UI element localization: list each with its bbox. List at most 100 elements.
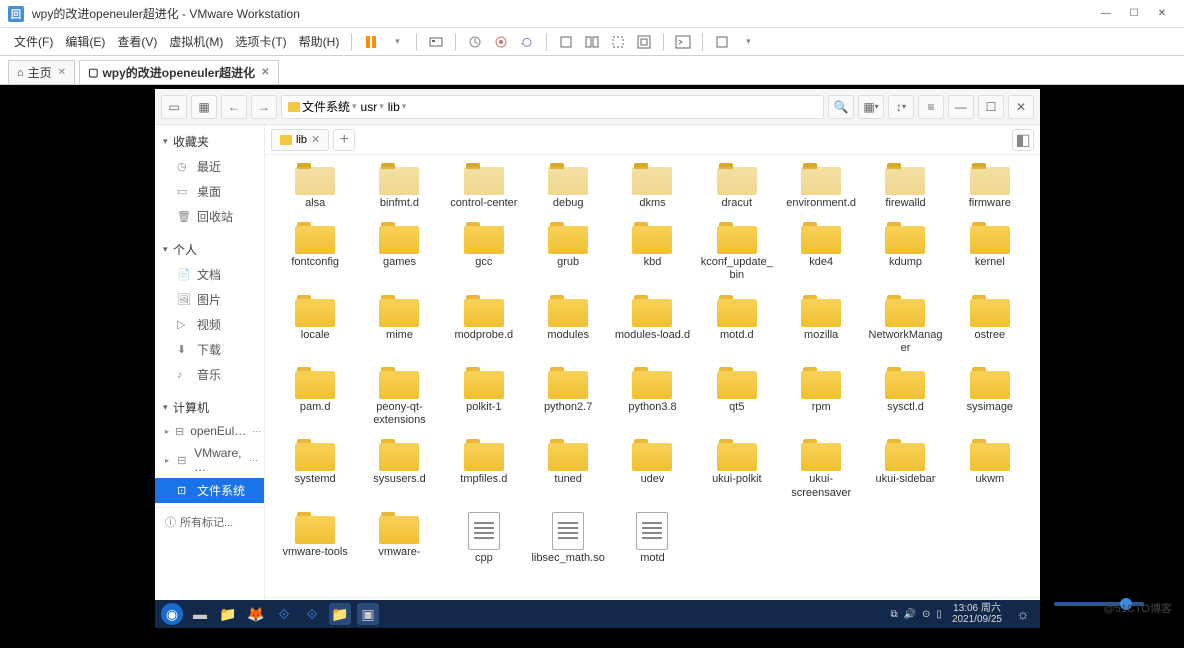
- folder-item-binfmt.d[interactable]: binfmt.d: [359, 161, 439, 212]
- folder-item-kdump[interactable]: kdump: [865, 220, 945, 284]
- sidebar-item-下载[interactable]: ⬇下载: [155, 337, 264, 362]
- folder-item-vmware-[interactable]: vmware-: [359, 510, 439, 567]
- fm-close-button[interactable]: ✕: [1008, 95, 1034, 119]
- view-multi-icon[interactable]: [583, 33, 601, 51]
- tab-home[interactable]: ⌂ 主页 ✕: [8, 60, 75, 84]
- nav-back-button[interactable]: ←: [221, 95, 247, 119]
- unity-icon[interactable]: [609, 33, 627, 51]
- folder-item-gcc[interactable]: gcc: [444, 220, 524, 284]
- sidebar-footer[interactable]: ⓘ所有标记...: [155, 507, 264, 536]
- taskview-button[interactable]: ▬: [189, 603, 211, 625]
- sidebar-item-回收站[interactable]: 🗑回收站: [155, 204, 264, 229]
- folder-item-python3.8[interactable]: python3.8: [612, 365, 692, 429]
- folder-item-polkit-1[interactable]: polkit-1: [444, 365, 524, 429]
- vscode2-launcher[interactable]: ⟐: [301, 603, 323, 625]
- sidebar-item-文档[interactable]: 📄文档: [155, 262, 264, 287]
- fm-tab-lib[interactable]: lib ✕: [271, 129, 329, 151]
- folder-item-firewalld[interactable]: firewalld: [865, 161, 945, 212]
- file-item-motd[interactable]: motd: [612, 510, 692, 567]
- folder-item-fontconfig[interactable]: fontconfig: [275, 220, 355, 284]
- sidebar-item-图片[interactable]: 🖼图片: [155, 287, 264, 312]
- path-crumb-usr[interactable]: usr▾: [361, 100, 384, 114]
- folder-item-kde4[interactable]: kde4: [781, 220, 861, 284]
- folder-item-firmware[interactable]: firmware: [950, 161, 1030, 212]
- folder-item-ukui-screensaver[interactable]: ukui-screensaver: [781, 437, 861, 501]
- folder-item-motd.d[interactable]: motd.d: [697, 293, 777, 357]
- snapshot-manager-icon[interactable]: [492, 33, 510, 51]
- folder-item-pam.d[interactable]: pam.d: [275, 365, 355, 429]
- menu-file[interactable]: 文件(F): [8, 29, 59, 54]
- sidebar-item-音乐[interactable]: ♪音乐: [155, 362, 264, 387]
- maximize-button[interactable]: ☐: [1120, 4, 1148, 24]
- send-ctrlaltdel-icon[interactable]: [427, 33, 445, 51]
- pause-icon[interactable]: [362, 33, 380, 51]
- folder-item-vmware-tools[interactable]: vmware-tools: [275, 510, 355, 567]
- taskbar-clock[interactable]: 13:06 周六 2021/09/25: [952, 603, 1002, 625]
- menu-tabs[interactable]: 选项卡(T): [229, 29, 292, 54]
- sidebar-item-VMware, …[interactable]: ▸⊟VMware, …⋯: [155, 442, 264, 478]
- stretch-dropdown-icon[interactable]: ▾: [739, 33, 757, 51]
- folder-item-kconf_update_bin[interactable]: kconf_update_bin: [697, 220, 777, 284]
- folder-item-modules-load.d[interactable]: modules-load.d: [612, 293, 692, 357]
- volume-icon[interactable]: 🔊: [904, 609, 916, 620]
- fullscreen-icon[interactable]: [635, 33, 653, 51]
- folder-item-udev[interactable]: udev: [612, 437, 692, 501]
- revert-icon[interactable]: [518, 33, 536, 51]
- folder-item-grub[interactable]: grub: [528, 220, 608, 284]
- menu-button[interactable]: ≡: [918, 95, 944, 119]
- file-item-cpp[interactable]: cpp: [444, 510, 524, 567]
- folder-item-tmpfiles.d[interactable]: tmpfiles.d: [444, 437, 524, 501]
- new-folder-button[interactable]: ▦: [191, 95, 217, 119]
- folder-item-locale[interactable]: locale: [275, 293, 355, 357]
- files-open-icon[interactable]: 📁: [329, 603, 351, 625]
- tab-vm-active[interactable]: ▢ wpy的改进openeuler超进化 ✕: [79, 60, 278, 84]
- menu-vm[interactable]: 虚拟机(M): [163, 29, 229, 54]
- start-button[interactable]: ◉: [161, 603, 183, 625]
- sidebar-item-视频[interactable]: ▷视频: [155, 312, 264, 337]
- close-button[interactable]: ✕: [1148, 4, 1176, 24]
- folder-item-kbd[interactable]: kbd: [612, 220, 692, 284]
- search-button[interactable]: 🔍: [828, 95, 854, 119]
- night-mode-icon[interactable]: ☼: [1012, 603, 1034, 625]
- fm-maximize-button[interactable]: ☐: [978, 95, 1004, 119]
- tab-close-icon[interactable]: ✕: [261, 67, 269, 78]
- firefox-launcher[interactable]: 🦊: [245, 603, 267, 625]
- path-crumb-root[interactable]: 文件系统▾: [288, 98, 357, 115]
- folder-item-systemd[interactable]: systemd: [275, 437, 355, 501]
- files-launcher[interactable]: 📁: [217, 603, 239, 625]
- folder-item-modprobe.d[interactable]: modprobe.d: [444, 293, 524, 357]
- folder-item-modules[interactable]: modules: [528, 293, 608, 357]
- system-tray[interactable]: ⧉ 🔊 ⊙ ▯: [890, 609, 942, 620]
- sidebar-item-openEul…[interactable]: ▸⊟openEul…⋯: [155, 420, 264, 442]
- folder-item-sysusers.d[interactable]: sysusers.d: [359, 437, 439, 501]
- tab-close-icon[interactable]: ✕: [58, 67, 66, 78]
- vscode-launcher[interactable]: ⟐: [273, 603, 295, 625]
- new-tab-button[interactable]: +: [333, 129, 355, 151]
- menu-edit[interactable]: 编辑(E): [59, 29, 111, 54]
- folder-item-kernel[interactable]: kernel: [950, 220, 1030, 284]
- folder-item-alsa[interactable]: alsa: [275, 161, 355, 212]
- nav-forward-button[interactable]: →: [251, 95, 277, 119]
- sort-button[interactable]: ↕ ▾: [888, 95, 914, 119]
- sidebar-toggle-button[interactable]: ◧: [1012, 129, 1034, 151]
- folder-item-ukui-sidebar[interactable]: ukui-sidebar: [865, 437, 945, 501]
- stretch-icon[interactable]: [713, 33, 731, 51]
- folder-item-debug[interactable]: debug: [528, 161, 608, 212]
- folder-item-mime[interactable]: mime: [359, 293, 439, 357]
- menu-help[interactable]: 帮助(H): [293, 29, 346, 54]
- folder-item-dracut[interactable]: dracut: [697, 161, 777, 212]
- file-item-libsec_math.so[interactable]: libsec_math.so: [528, 510, 608, 567]
- menu-view[interactable]: 查看(V): [111, 29, 163, 54]
- folder-item-games[interactable]: games: [359, 220, 439, 284]
- open-terminal-button[interactable]: ▭: [161, 95, 187, 119]
- network-icon[interactable]: ⊙: [922, 609, 930, 620]
- view-grid-button[interactable]: ▦ ▾: [858, 95, 884, 119]
- power-dropdown-icon[interactable]: ▾: [388, 33, 406, 51]
- folder-item-sysctl.d[interactable]: sysctl.d: [865, 365, 945, 429]
- path-crumb-lib[interactable]: lib▾: [388, 100, 407, 114]
- folder-item-environment.d[interactable]: environment.d: [781, 161, 861, 212]
- view-single-icon[interactable]: [557, 33, 575, 51]
- terminal-launcher[interactable]: ▣: [357, 603, 379, 625]
- minimize-button[interactable]: —: [1092, 4, 1120, 24]
- sidebar-item-文件系统[interactable]: ⊡文件系统: [155, 478, 264, 503]
